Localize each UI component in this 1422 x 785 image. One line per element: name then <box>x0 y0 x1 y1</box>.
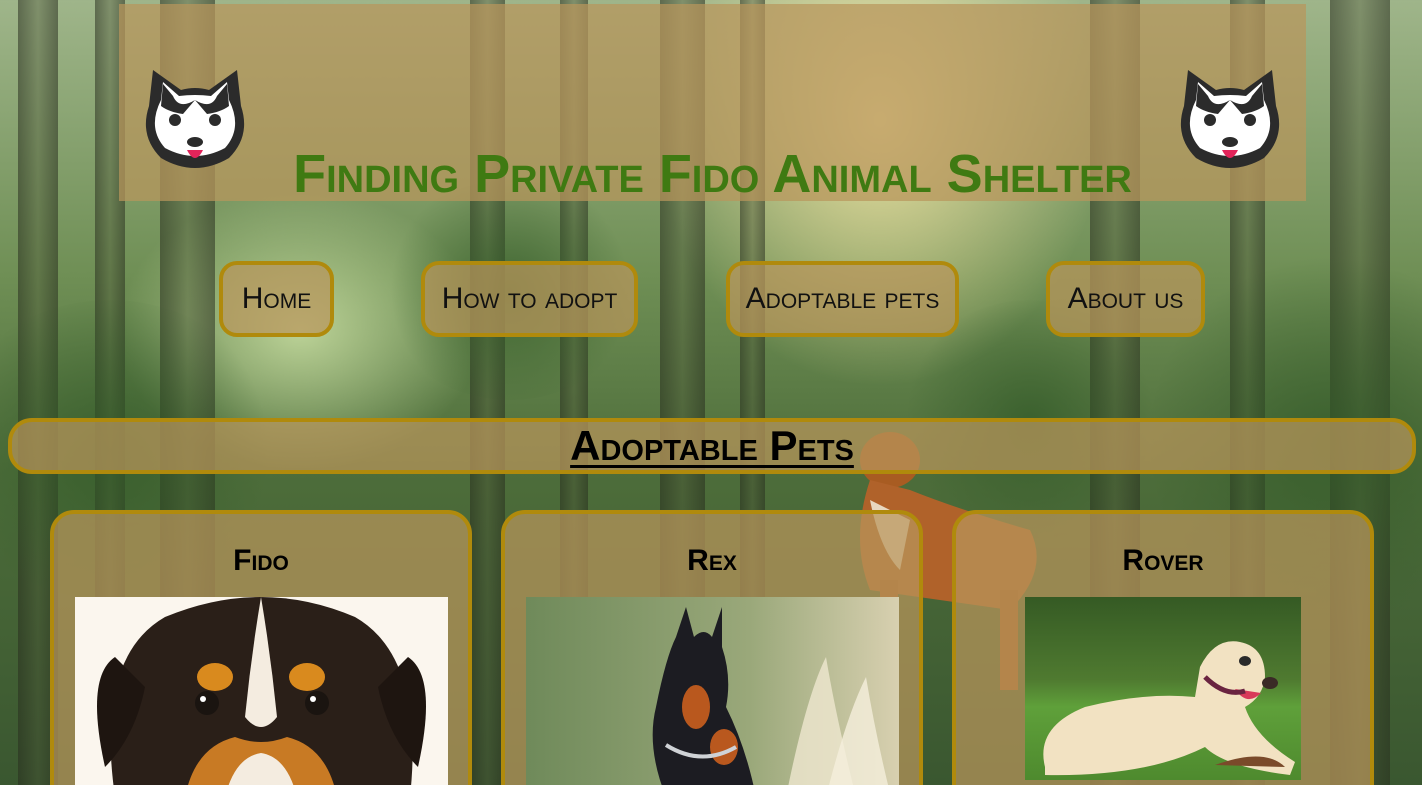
site-title: Finding Private Fido Animal Shelter <box>293 144 1132 204</box>
site-header: Finding Private Fido Animal Shelter <box>119 4 1306 204</box>
nav-adoptable-pets-button[interactable]: Adoptable pets <box>726 261 959 337</box>
doberman-photo[interactable] <box>526 597 899 785</box>
nav-home-button[interactable]: Home <box>219 261 334 337</box>
puppy-photo[interactable] <box>75 597 448 785</box>
nav-about-us-button[interactable]: About us <box>1046 261 1205 337</box>
pet-name: Rex <box>687 544 737 577</box>
pet-name: Rover <box>1122 544 1204 577</box>
page-title: Adoptable Pets <box>570 422 854 469</box>
pet-card-rover[interactable]: Rover <box>952 510 1374 785</box>
nav-how-to-adopt-button[interactable]: How to adopt <box>421 261 638 337</box>
pet-card-rex[interactable]: Rex <box>501 510 923 785</box>
section-header: Adoptable Pets <box>8 418 1416 474</box>
pet-card-fido[interactable]: Fido <box>50 510 472 785</box>
pet-name: Fido <box>233 544 289 577</box>
labrador-photo[interactable] <box>1025 597 1301 780</box>
